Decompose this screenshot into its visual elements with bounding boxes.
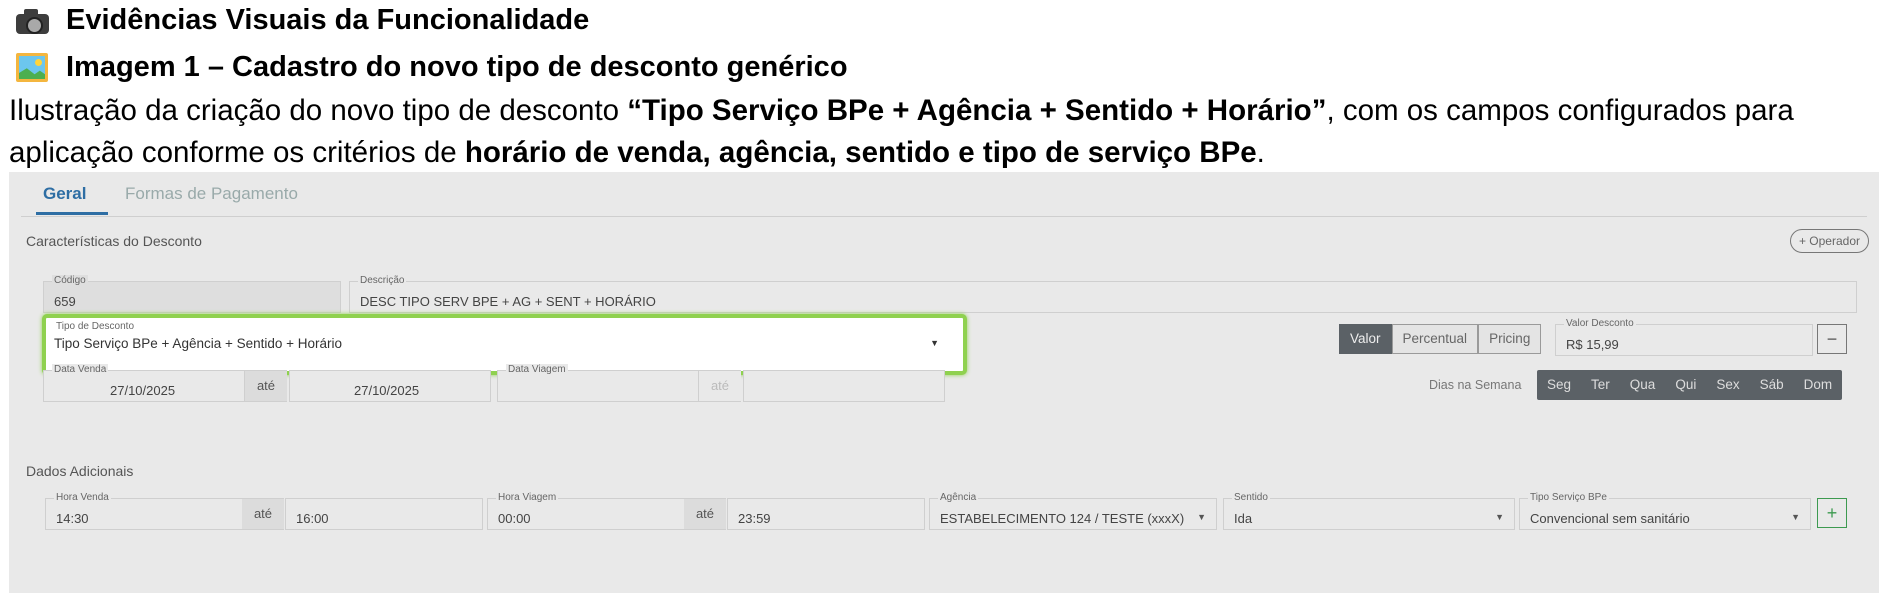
tipo-servico-bpe-select[interactable]: Tipo Serviço BPe Convencional sem sanitá… [1519,492,1811,530]
day-dom[interactable]: Dom [1794,370,1843,400]
section-caracteristicas-title: Características do Desconto [26,233,202,249]
screenshot-panel: Geral Formas de Pagamento Característica… [9,172,1879,593]
sentido-value: Ida [1234,511,1253,526]
agencia-label: Agência [938,492,979,503]
camera-icon [14,5,52,35]
valor-desconto-field[interactable]: Valor Desconto R$ 15,99 [1555,318,1813,356]
days-of-week-selector: Seg Ter Qua Qui Sex Sáb Dom [1537,370,1843,400]
mode-valor-button[interactable]: Valor [1339,324,1392,354]
para-bold-discount-name: “Tipo Serviço BPe + Agência + Sentido + … [627,94,1327,127]
day-qua[interactable]: Qua [1620,370,1666,400]
chevron-down-icon: ▼ [1495,512,1504,522]
chevron-down-icon: ▼ [1791,512,1800,522]
descricao-value: DESC TIPO SERV BPE + AG + SENT + HORÁRIO [360,294,656,309]
data-venda-to-value: 27/10/2025 [354,383,420,398]
operador-button[interactable]: + Operador [1789,229,1869,253]
chevron-down-icon: ▼ [1197,512,1206,522]
tipo-desconto-value: Tipo Serviço BPe + Agência + Sentido + H… [54,336,343,351]
data-venda-from-field[interactable]: Data Venda 27/10/2025 [43,364,245,402]
tipo-desconto-label: Tipo de Desconto [56,321,135,332]
data-venda-to-field[interactable]: 27/10/2025 [289,370,491,402]
framed-picture-icon [14,52,52,82]
hora-venda-to-field[interactable]: 16:00 [285,498,483,530]
heading-evidencias-text: Evidências Visuais da Funcionalidade [66,4,590,36]
mode-percentual-button[interactable]: Percentual [1391,324,1479,354]
data-viagem-label: Data Viagem [506,364,568,375]
minus-button[interactable]: − [1817,324,1847,354]
tab-geral[interactable]: Geral [43,184,86,204]
hora-viagem-to-field[interactable]: 23:59 [727,498,925,530]
descricao-label: Descrição [358,275,407,286]
tipo-servico-bpe-label: Tipo Serviço BPe [1528,492,1609,503]
codigo-value: 659 [54,294,76,309]
dias-semana-label: Dias na Semana [1429,378,1522,392]
valor-desconto-label: Valor Desconto [1564,318,1636,329]
hora-venda-from-value: 14:30 [56,511,89,526]
heading-evidencias: Evidências Visuais da Funcionalidade [14,2,589,38]
data-viagem-to-field[interactable] [743,370,945,402]
descricao-field[interactable]: Descrição DESC TIPO SERV BPE + AG + SENT… [349,275,1857,313]
description-paragraph: Ilustração da criação do novo tipo de de… [9,90,1884,174]
agencia-value: ESTABELECIMENTO 124 / TESTE (xxxX) [940,511,1185,526]
hora-viagem-from-value: 00:00 [498,511,531,526]
data-venda-label: Data Venda [52,364,109,375]
para-end: . [1256,136,1265,169]
codigo-label: Código [52,275,88,286]
valor-mode-toggle: Valor Percentual Pricing [1339,324,1542,354]
data-viagem-from-field[interactable]: Data Viagem [497,364,699,402]
tab-bar: Geral Formas de Pagamento [21,172,1867,217]
hora-venda-label: Hora Venda [54,492,111,503]
sentido-label: Sentido [1232,492,1270,503]
hora-viagem-from-field[interactable]: Hora Viagem 00:00 [487,492,685,530]
tipo-desconto-select[interactable]: Tipo de Desconto Tipo Serviço BPe + Agên… [42,314,967,375]
agencia-select[interactable]: Agência ESTABELECIMENTO 124 / TESTE (xxx… [929,492,1217,530]
sentido-select[interactable]: Sentido Ida ▼ [1223,492,1515,530]
heading-imagem-1: Imagem 1 – Cadastro do novo tipo de desc… [14,49,848,85]
day-sab[interactable]: Sáb [1750,370,1794,400]
heading-imagem-1-text: Imagem 1 – Cadastro do novo tipo de desc… [66,51,848,83]
day-seg[interactable]: Seg [1537,370,1581,400]
hora-venda-to-value: 16:00 [296,511,329,526]
data-venda-ate: até [245,370,287,402]
data-viagem-ate: até [699,370,741,402]
hora-viagem-to-value: 23:59 [738,511,771,526]
tipo-servico-bpe-value: Convencional sem sanitário [1530,511,1690,526]
day-sex[interactable]: Sex [1706,370,1749,400]
section-dados-adicionais-title: Dados Adicionais [26,463,134,479]
para-part1: Ilustração da criação do novo tipo de de… [9,94,628,127]
day-qui[interactable]: Qui [1665,370,1706,400]
para-bold-criteria: horário de venda, agência, sentido e tip… [464,136,1257,169]
mode-pricing-button[interactable]: Pricing [1478,324,1542,354]
codigo-field: Código 659 [43,275,341,313]
tab-formas-pagamento[interactable]: Formas de Pagamento [125,184,298,204]
hora-viagem-ate: até [684,498,726,530]
hora-venda-from-field[interactable]: Hora Venda 14:30 [45,492,243,530]
add-button[interactable]: + [1817,498,1847,528]
day-ter[interactable]: Ter [1581,370,1620,400]
hora-venda-ate: até [242,498,284,530]
data-venda-from-value: 27/10/2025 [110,383,176,398]
chevron-down-icon: ▼ [930,338,939,348]
hora-viagem-label: Hora Viagem [496,492,559,503]
valor-desconto-value: R$ 15,99 [1566,337,1619,352]
tab-active-indicator [36,212,108,215]
